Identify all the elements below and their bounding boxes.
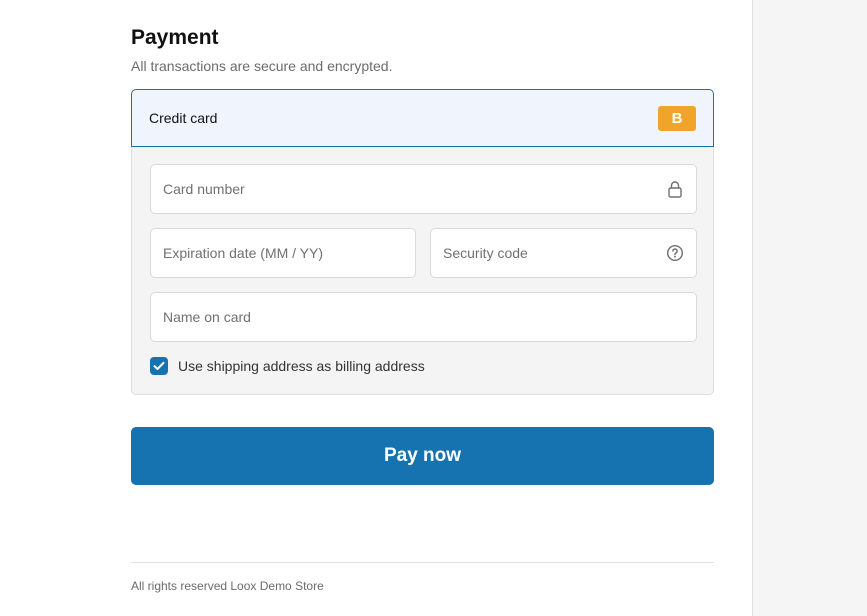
method-label: Credit card (149, 110, 218, 126)
card-brand-badge: B (658, 105, 696, 131)
credit-card-method-option[interactable]: Credit card B (131, 89, 714, 147)
card-number-input[interactable] (163, 181, 666, 197)
order-summary-panel (752, 0, 867, 616)
billing-checkbox[interactable] (150, 357, 168, 375)
payment-title: Payment (131, 26, 219, 49)
expiration-date-field[interactable] (150, 228, 416, 278)
name-on-card-field[interactable] (150, 292, 697, 342)
pay-now-button[interactable]: Pay now (131, 427, 714, 485)
card-number-field[interactable] (150, 164, 697, 214)
help-circle-icon[interactable] (666, 244, 684, 262)
checkmark-icon (153, 361, 165, 370)
payment-subtitle: All transactions are secure and encrypte… (131, 58, 393, 74)
security-code-input[interactable] (443, 245, 666, 261)
lock-icon (666, 180, 684, 198)
name-on-card-input[interactable] (163, 309, 684, 325)
footer-divider (131, 562, 714, 563)
security-code-field[interactable] (430, 228, 697, 278)
footer-text: All rights reserved Loox Demo Store (131, 579, 324, 593)
expiration-date-input[interactable] (163, 245, 403, 261)
credit-card-form: Use shipping address as billing address (131, 147, 714, 395)
billing-address-option[interactable]: Use shipping address as billing address (150, 357, 425, 375)
billing-label: Use shipping address as billing address (178, 358, 425, 374)
